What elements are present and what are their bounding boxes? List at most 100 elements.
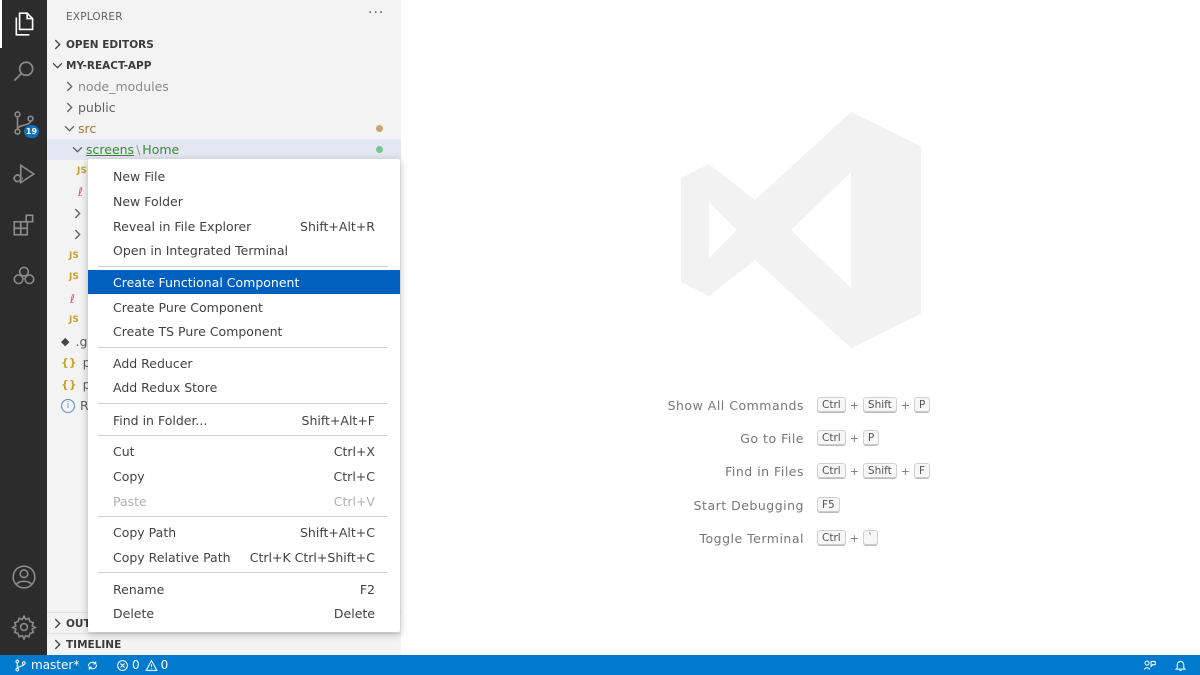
- menu-item-find-in-folder[interactable]: Find in Folder... Shift+Alt+F: [88, 408, 400, 432]
- key-cap: `: [862, 530, 879, 546]
- key-plus: +: [900, 398, 910, 412]
- timeline-label: TIMELINE: [66, 638, 122, 651]
- menu-separator: [98, 516, 388, 517]
- chevron-down-icon: [64, 125, 75, 132]
- menu-item-label: Cut: [113, 443, 135, 459]
- tree-item-src[interactable]: src: [47, 118, 401, 139]
- chevron-down-icon: [72, 146, 83, 153]
- menu-item-add-redux-store[interactable]: Add Redux Store: [88, 375, 400, 399]
- open-editors-label: OPEN EDITORS: [66, 38, 154, 51]
- hint-label-find-in-files: Find in Files: [725, 464, 804, 479]
- js-file-icon: JS: [69, 250, 79, 261]
- menu-item-create-pure-component[interactable]: Create Pure Component: [88, 295, 400, 319]
- explorer-icon[interactable]: [0, 0, 47, 48]
- menu-item-shortcut: Ctrl+C: [333, 468, 375, 484]
- hint-label-show-all-commands: Show All Commands: [667, 398, 804, 413]
- feedback-icon[interactable]: [1143, 655, 1156, 675]
- menu-item-label: Create Functional Component: [113, 274, 300, 290]
- menu-item-copy-path[interactable]: Copy Path Shift+Alt+C: [88, 520, 400, 544]
- menu-item-delete[interactable]: Delete Delete: [88, 601, 400, 625]
- git-branch-icon: [15, 659, 26, 671]
- chevron-right-icon: [66, 102, 73, 113]
- context-menu: New File New Folder Reveal in File Explo…: [88, 159, 400, 632]
- menu-item-create-functional-component[interactable]: Create Functional Component: [88, 270, 400, 294]
- untracked-dot: [376, 146, 383, 153]
- menu-item-open-in-terminal[interactable]: Open in Integrated Terminal: [88, 238, 400, 262]
- account-icon[interactable]: [0, 553, 47, 601]
- menu-item-create-ts-pure-component[interactable]: Create TS Pure Component: [88, 319, 400, 343]
- json-file-icon: {}: [61, 378, 77, 391]
- js-file-icon: JS: [69, 314, 79, 325]
- open-editors-section[interactable]: OPEN EDITORS: [47, 34, 401, 55]
- key-cap: Shift: [862, 397, 897, 413]
- sass-file-icon: ℓ: [70, 291, 75, 306]
- remote-explorer-icon[interactable]: [0, 252, 47, 300]
- project-section[interactable]: MY-REACT-APP: [47, 55, 401, 76]
- menu-item-cut[interactable]: Cut Ctrl+X: [88, 439, 400, 463]
- chevron-right-icon: [54, 618, 61, 629]
- key-cap: P: [914, 397, 931, 413]
- editor-area: Show All Commands Ctrl + Shift + P Go to…: [401, 0, 1200, 655]
- menu-item-shortcut: Shift+Alt+F: [301, 412, 375, 428]
- hint-keys-show-all-commands: Ctrl + Shift + P: [817, 397, 931, 413]
- extensions-icon[interactable]: [0, 201, 47, 249]
- chevron-right-icon: [54, 39, 61, 50]
- branch-status[interactable]: master*: [14, 655, 79, 675]
- error-icon: [117, 659, 128, 671]
- tree-item-screens-home[interactable]: screens \ Home: [47, 139, 401, 160]
- menu-item-reveal-in-file-explorer[interactable]: Reveal in File Explorer Shift+Alt+R: [88, 214, 400, 238]
- menu-item-label: Add Reducer: [113, 355, 193, 371]
- key-cap: F: [914, 463, 931, 479]
- more-actions-icon[interactable]: ···: [368, 5, 384, 21]
- problems-status[interactable]: 0 0: [116, 655, 168, 675]
- chevron-down-icon: [52, 62, 63, 69]
- search-icon[interactable]: [0, 48, 47, 96]
- menu-item-label: Find in Folder...: [113, 412, 208, 428]
- hint-label-go-to-file: Go to File: [740, 431, 804, 446]
- key-plus: +: [849, 398, 859, 412]
- path-separator: \: [136, 142, 141, 157]
- js-file-icon: JS: [69, 271, 79, 282]
- menu-separator: [98, 572, 388, 573]
- tree-item-home[interactable]: Home: [142, 142, 179, 157]
- menu-item-rename[interactable]: Rename F2: [88, 577, 400, 601]
- menu-item-shortcut: Ctrl+K Ctrl+Shift+C: [249, 549, 375, 565]
- js-file-icon: JS: [77, 165, 87, 176]
- settings-gear-icon[interactable]: [0, 603, 47, 651]
- key-plus: +: [900, 464, 910, 478]
- menu-item-label: Open in Integrated Terminal: [113, 242, 288, 258]
- branch-name: master*: [31, 658, 80, 672]
- tree-item-screens[interactable]: screens: [86, 142, 134, 157]
- sync-icon[interactable]: [86, 655, 99, 675]
- menu-item-label: Copy Path: [113, 524, 177, 540]
- hint-label-start-debugging: Start Debugging: [693, 498, 804, 513]
- menu-item-label: Create TS Pure Component: [113, 323, 283, 339]
- warning-icon: [144, 659, 158, 671]
- source-control-icon[interactable]: [0, 99, 47, 147]
- menu-item-copy-relative-path[interactable]: Copy Relative Path Ctrl+K Ctrl+Shift+C: [88, 545, 400, 569]
- json-file-icon: {}: [61, 356, 77, 369]
- menu-item-add-reducer[interactable]: Add Reducer: [88, 351, 400, 375]
- key-cap: F5: [817, 497, 840, 513]
- menu-item-shortcut: Ctrl+X: [333, 443, 375, 459]
- tree-item-label: src: [78, 121, 97, 136]
- menu-item-shortcut: Shift+Alt+R: [300, 218, 375, 234]
- key-plus: +: [849, 431, 859, 445]
- menu-item-label: Copy Relative Path: [113, 549, 231, 565]
- timeline-section[interactable]: TIMELINE: [47, 633, 401, 655]
- menu-item-label: Delete: [113, 605, 155, 621]
- modified-dot: [376, 125, 383, 132]
- menu-item-new-file[interactable]: New File: [88, 164, 400, 188]
- key-cap: Ctrl: [817, 463, 846, 479]
- tree-item-public[interactable]: public: [47, 97, 401, 118]
- menu-item-copy[interactable]: Copy Ctrl+C: [88, 464, 400, 488]
- menu-separator: [98, 347, 388, 348]
- run-debug-icon[interactable]: [0, 150, 47, 198]
- key-cap: P: [862, 430, 880, 446]
- chevron-right-icon: [74, 229, 81, 240]
- bell-icon[interactable]: [1174, 655, 1187, 675]
- vscode-logo-watermark: [681, 112, 921, 348]
- key-plus: +: [849, 464, 859, 478]
- tree-item-node-modules[interactable]: node_modules: [47, 76, 401, 97]
- menu-item-new-folder[interactable]: New Folder: [88, 189, 400, 213]
